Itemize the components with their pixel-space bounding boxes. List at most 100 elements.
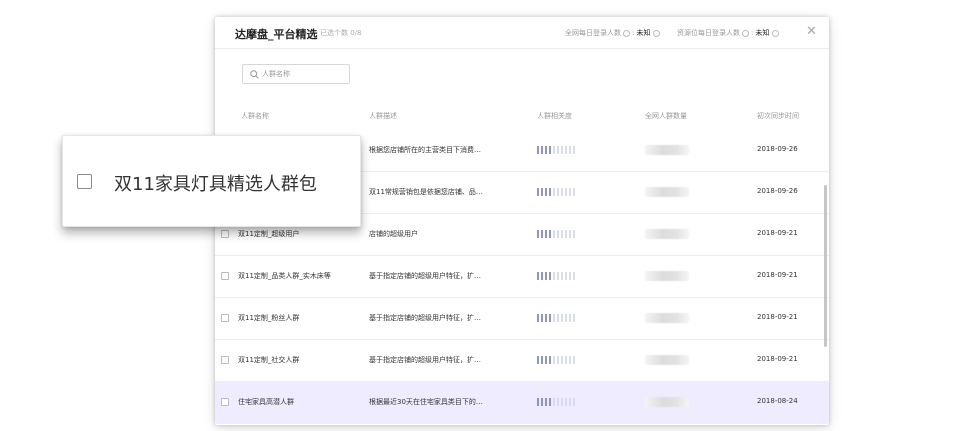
audience-size-redacted xyxy=(645,355,689,365)
relevance-bar xyxy=(557,356,559,364)
relevance-bar xyxy=(561,356,563,364)
column-header-description: 人群描述 xyxy=(369,112,397,120)
relevance-bar xyxy=(569,398,571,406)
relevance-meter xyxy=(537,188,575,196)
relevance-bar xyxy=(561,230,563,238)
relevance-bar xyxy=(537,272,539,280)
audience-size-redacted xyxy=(645,271,689,281)
relevance-bar xyxy=(569,356,571,364)
modal-header: 达摩盘_平台精选 已选个数 0/8 全网每日登录人数 : 未知 资源位每日登录人… xyxy=(215,17,829,49)
row-name: 双11定制_品类人群_实木床等 xyxy=(238,272,331,280)
relevance-meter xyxy=(537,230,575,238)
column-header-name: 人群名称 xyxy=(241,112,269,120)
relevance-bar xyxy=(541,188,543,196)
relevance-bar xyxy=(561,398,563,406)
search-box[interactable] xyxy=(242,64,350,84)
relevance-bar xyxy=(565,314,567,322)
row-checkbox[interactable] xyxy=(221,314,229,322)
relevance-bar xyxy=(553,398,555,406)
relevance-bar xyxy=(573,272,575,280)
relevance-bar xyxy=(545,356,547,364)
row-name: 住宅家具高潜人群 xyxy=(238,398,294,406)
relevance-bar xyxy=(557,398,559,406)
table-row[interactable]: 住宅家具高潜人群 根据最近30天在住宅家具类目下的… 2018-08-24 xyxy=(215,382,829,424)
relevance-bar xyxy=(561,314,563,322)
row-description: 根据最近30天在住宅家具类目下的… xyxy=(369,398,483,406)
relevance-bar xyxy=(549,314,551,322)
relevance-bar xyxy=(573,230,575,238)
relevance-bar xyxy=(561,188,563,196)
relevance-bar xyxy=(573,188,575,196)
relevance-bar xyxy=(557,230,559,238)
relevance-bar xyxy=(565,188,567,196)
row-description: 基于指定店铺的超级用户特征，扩… xyxy=(369,356,481,364)
row-description: 基于指定店铺的超级用户特征，扩… xyxy=(369,272,481,280)
help-icon[interactable] xyxy=(623,29,630,37)
audience-size-redacted xyxy=(645,229,689,239)
row-sync-date: 2018-08-24 xyxy=(757,397,798,405)
relevance-bar xyxy=(553,272,555,280)
row-checkbox[interactable] xyxy=(221,398,229,406)
column-header-sync-time: 初次同步时间 xyxy=(757,112,799,120)
relevance-bar xyxy=(545,146,547,154)
row-checkbox[interactable] xyxy=(221,272,229,280)
relevance-bar xyxy=(569,146,571,154)
relevance-bar xyxy=(553,146,555,154)
row-sync-date: 2018-09-21 xyxy=(757,355,798,363)
relevance-bar xyxy=(557,188,559,196)
relevance-bar xyxy=(569,230,571,238)
column-header-audience-size: 全网人群数量 xyxy=(645,112,687,120)
table-row[interactable]: 双11定制_品类人群_实木床等 基于指定店铺的超级用户特征，扩… 2018-09-2… xyxy=(215,256,829,298)
relevance-bar xyxy=(565,398,567,406)
row-sync-date: 2018-09-26 xyxy=(757,187,798,195)
search-input[interactable] xyxy=(262,67,346,81)
search-icon xyxy=(250,70,259,79)
relevance-bar xyxy=(549,188,551,196)
relevance-bar xyxy=(569,272,571,280)
relevance-bar xyxy=(549,398,551,406)
row-description: 根据您店铺所在的主营类目下消费… xyxy=(369,146,481,154)
relevance-bar xyxy=(545,398,547,406)
relevance-bar xyxy=(557,314,559,322)
row-checkbox[interactable] xyxy=(221,230,229,238)
row-checkbox[interactable] xyxy=(221,356,229,364)
table-header: 人群名称 人群描述 人群相关度 全网人群数量 初次同步时间 xyxy=(215,101,829,129)
zoom-label: 双11家具灯具精选人群包 xyxy=(114,174,317,195)
relevance-meter xyxy=(537,272,575,280)
relevance-bar xyxy=(573,356,575,364)
relevance-bar xyxy=(541,146,543,154)
zoom-checkbox[interactable] xyxy=(77,174,92,189)
relevance-bar xyxy=(541,272,543,280)
relevance-bar xyxy=(561,146,563,154)
row-description: 基于指定店铺的超级用户特征，扩… xyxy=(369,314,481,322)
relevance-bar xyxy=(537,188,539,196)
relevance-bar xyxy=(545,314,547,322)
close-icon[interactable]: ✕ xyxy=(806,25,817,38)
relevance-bar xyxy=(565,146,567,154)
relevance-bar xyxy=(565,272,567,280)
relevance-bar xyxy=(573,146,575,154)
help-icon[interactable] xyxy=(742,29,749,37)
relevance-bar xyxy=(537,356,539,364)
relevance-bar xyxy=(537,314,539,322)
relevance-bar xyxy=(569,188,571,196)
resource-login-value: 未知 xyxy=(755,29,770,37)
relevance-bar xyxy=(573,398,575,406)
scrollbar[interactable] xyxy=(824,185,827,347)
relevance-bar xyxy=(541,356,543,364)
relevance-bar xyxy=(549,146,551,154)
table-row[interactable]: 双11定制_社交人群 基于指定店铺的超级用户特征，扩… 2018-09-21 xyxy=(215,340,829,382)
help-icon[interactable] xyxy=(772,29,780,37)
help-icon[interactable] xyxy=(653,29,661,37)
relevance-meter xyxy=(537,356,575,364)
row-name: 双11定制_超级用户 xyxy=(238,230,300,238)
relevance-bar xyxy=(545,230,547,238)
audience-size-redacted xyxy=(645,187,689,197)
table-row[interactable]: 双11定制_粉丝人群 基于指定店铺的超级用户特征，扩… 2018-09-21 xyxy=(215,298,829,340)
relevance-bar xyxy=(545,188,547,196)
relevance-bar xyxy=(569,314,571,322)
daily-login-label: 全网每日登录人数 xyxy=(565,29,621,37)
audience-size-redacted xyxy=(645,145,689,155)
relevance-bar xyxy=(541,398,543,406)
audience-size-redacted xyxy=(645,313,689,323)
